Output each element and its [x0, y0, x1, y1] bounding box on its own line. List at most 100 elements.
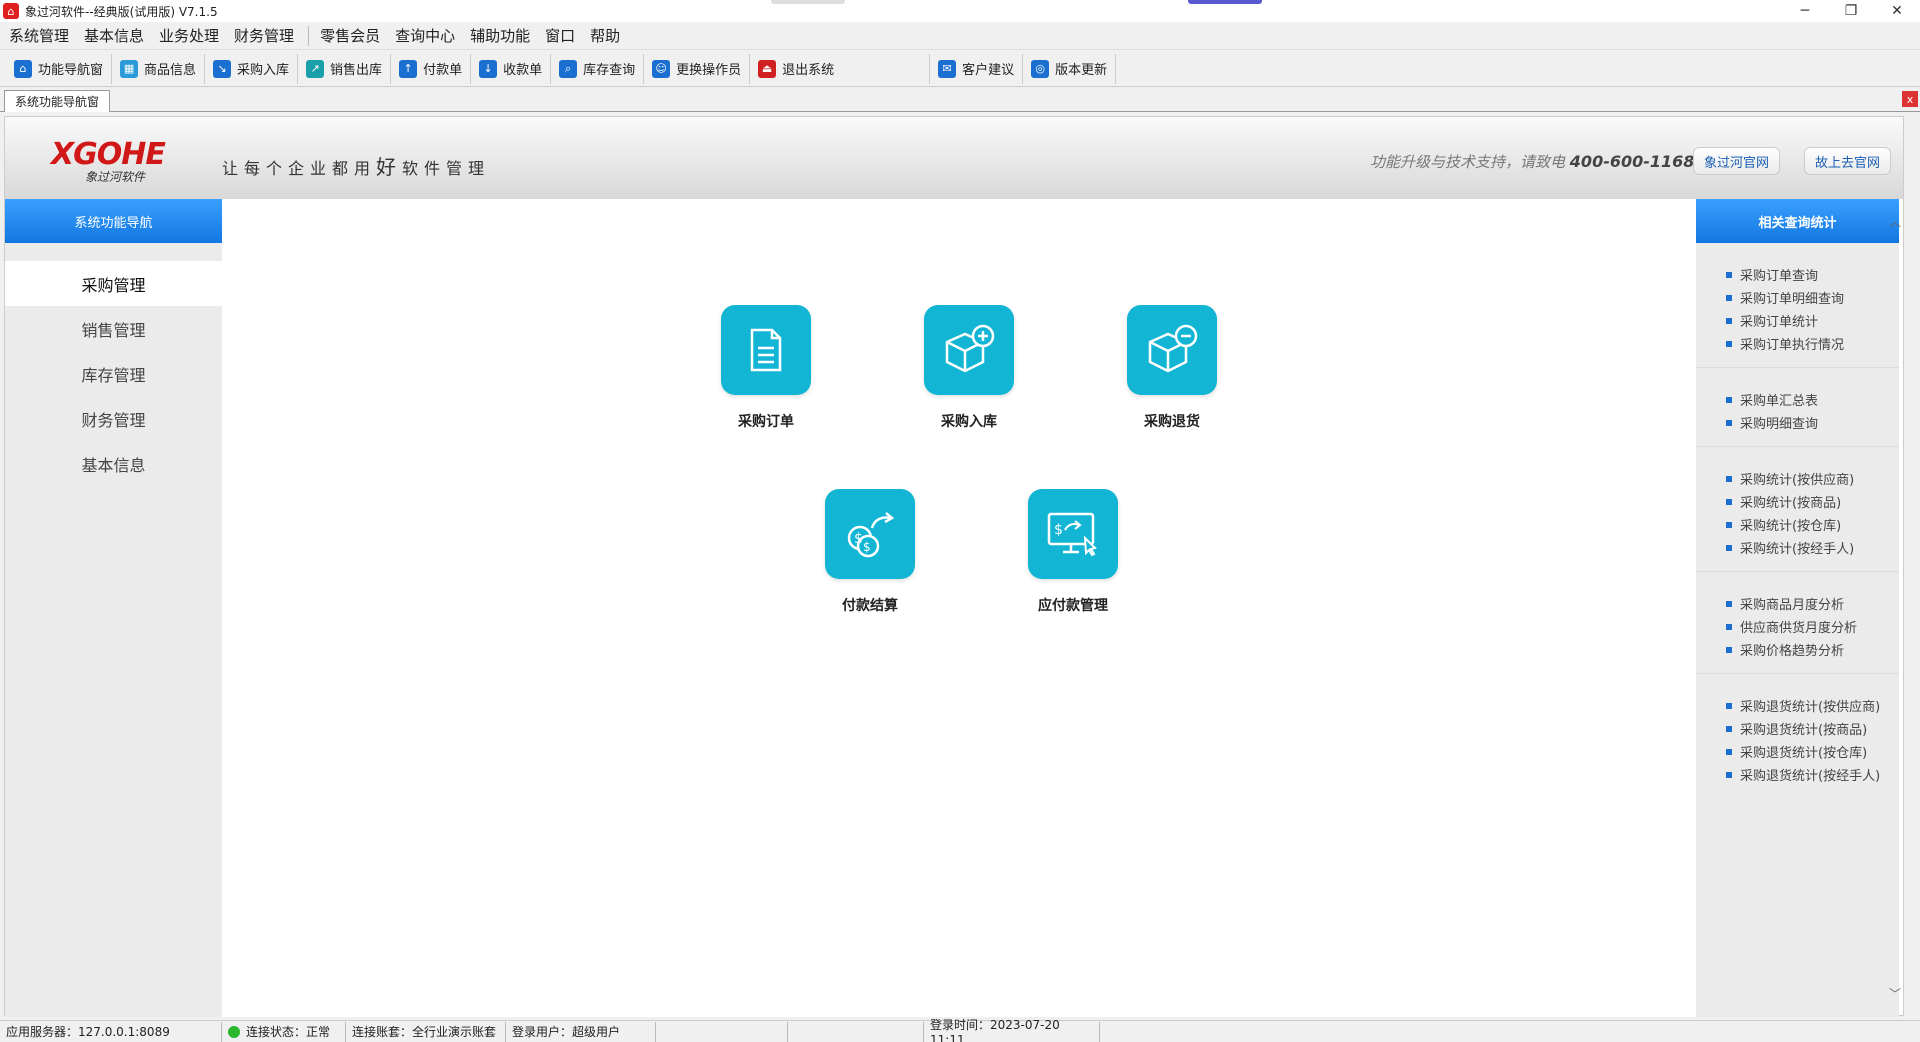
query-link[interactable]: 采购退货统计(按经手人)	[1726, 763, 1899, 786]
function-panel: 采购订单 采购入库 采购退货 $ $ 付款结算 $ 应付款管理	[222, 199, 1696, 1017]
logo-mark: XGOHE	[51, 137, 166, 172]
bullet-icon	[1726, 396, 1732, 403]
menu-business[interactable]: 业务处理	[158, 23, 220, 48]
query-link-label: 采购统计(按供应商)	[1740, 473, 1855, 488]
toolbar-purchase-in-button[interactable]: ↘ 采购入库	[205, 53, 299, 84]
scroll-up-arrow[interactable]: ︿	[1889, 213, 1901, 230]
svg-text:$: $	[863, 540, 871, 554]
nav-item-sales[interactable]: 销售管理	[5, 306, 222, 351]
status-server: 应用服务器：127.0.0.1:8089	[0, 1021, 222, 1042]
query-link[interactable]: 采购退货统计(按供应商)	[1726, 694, 1899, 717]
bullet-icon	[1726, 748, 1732, 755]
menu-retail[interactable]: 零售会员	[319, 23, 381, 48]
coins-transfer-icon: $ $	[825, 489, 915, 579]
toolbar-label: 收款单	[503, 63, 543, 78]
bullet-icon	[1726, 475, 1732, 482]
function-purchase-in[interactable]: 采购入库	[899, 305, 1039, 431]
toolbar-receipt-button[interactable]: ↓ 收款单	[471, 53, 552, 84]
toolbar-product-button[interactable]: ▦ 商品信息	[112, 53, 206, 84]
query-link[interactable]: 采购统计(按供应商)	[1726, 467, 1899, 490]
scroll-down-arrow[interactable]: ﹀	[1889, 985, 1901, 1002]
toolbar-update-button[interactable]: ◎ 版本更新	[1023, 53, 1117, 84]
menu-bar: 系统管理 基本信息 业务处理 财务管理 零售会员 查询中心 辅助功能 窗口 帮助	[0, 22, 1920, 50]
query-link[interactable]: 采购订单明细查询	[1726, 286, 1899, 309]
query-group-statistics: 采购统计(按供应商) 采购统计(按商品) 采购统计(按仓库) 采购统计(按经手人…	[1696, 447, 1899, 572]
bullet-icon	[1726, 702, 1732, 709]
menu-tools[interactable]: 辅助功能	[469, 23, 531, 48]
toolbar-switch-user-button[interactable]: ☺ 更换操作员	[644, 53, 751, 84]
inventory-search-icon: ⌕	[559, 59, 578, 78]
svg-text:$: $	[1054, 522, 1063, 538]
query-link-label: 采购单汇总表	[1740, 394, 1819, 409]
logo-subtitle: 象过河软件	[85, 170, 146, 184]
query-link[interactable]: 采购退货统计(按仓库)	[1726, 740, 1899, 763]
slogan-pre: 让每个企业都用	[222, 159, 377, 178]
toolbar-exit-button[interactable]: ⏏ 退出系统	[750, 53, 931, 84]
query-link[interactable]: 采购商品月度分析	[1726, 592, 1899, 615]
menu-finance[interactable]: 财务管理	[233, 23, 295, 48]
left-nav: 系统功能导航 采购管理 销售管理 库存管理 财务管理 基本信息	[5, 199, 222, 1017]
box-plus-icon	[924, 305, 1014, 395]
function-payable-management[interactable]: $ 应付款管理	[1003, 489, 1143, 615]
bullet-icon	[1726, 340, 1732, 347]
nav-item-finance[interactable]: 财务管理	[5, 396, 222, 441]
toolbar-inventory-button[interactable]: ⌕ 库存查询	[551, 53, 645, 84]
toolbar-label: 功能导航窗	[38, 63, 104, 78]
query-link[interactable]: 采购统计(按仓库)	[1726, 513, 1899, 536]
bullet-icon	[1726, 271, 1732, 278]
nav-item-inventory[interactable]: 库存管理	[5, 351, 222, 396]
exit-icon: ⏏	[758, 59, 777, 78]
toolbar-payment-button[interactable]: ↑ 付款单	[391, 53, 472, 84]
function-label: 采购入库	[941, 414, 997, 430]
toolbar-label: 采购入库	[237, 63, 290, 78]
slogan: 让每个企业都用好软件管理	[222, 151, 490, 180]
bullet-icon	[1726, 544, 1732, 551]
official-site-button[interactable]: 象过河官网	[1693, 147, 1781, 175]
go-site-button[interactable]: 故上去官网	[1804, 147, 1892, 175]
function-purchase-return[interactable]: 采购退货	[1102, 305, 1242, 431]
query-link[interactable]: 采购单汇总表	[1726, 388, 1899, 411]
query-link-label: 采购价格趋势分析	[1740, 644, 1845, 659]
function-purchase-order[interactable]: 采购订单	[696, 305, 836, 431]
tab-close-button[interactable]: x	[1902, 91, 1918, 107]
toolbar-feedback-button[interactable]: ✉ 客户建议	[930, 53, 1024, 84]
bullet-icon	[1726, 317, 1732, 324]
bullet-icon	[1726, 600, 1732, 607]
toolbar-nav-button[interactable]: ⌂ 功能导航窗	[6, 53, 113, 84]
menu-help[interactable]: 帮助	[589, 23, 621, 48]
function-payment-settlement[interactable]: $ $ 付款结算	[800, 489, 940, 615]
brand-logo: XGOHE 象过河软件	[51, 137, 181, 185]
query-link[interactable]: 采购明细查询	[1726, 411, 1899, 434]
app-logo-icon: ⌂	[3, 3, 19, 19]
close-button[interactable]: ✕	[1874, 0, 1920, 22]
sales-out-icon: ↗	[306, 59, 325, 78]
menu-query[interactable]: 查询中心	[394, 23, 456, 48]
status-bar: 应用服务器：127.0.0.1:8089 连接状态：正常 连接账套：全行业演示账…	[0, 1018, 1920, 1042]
menu-basic-info[interactable]: 基本信息	[83, 23, 145, 48]
tab-nav-window[interactable]: 系统功能导航窗	[4, 90, 111, 112]
left-nav-header: 系统功能导航	[5, 199, 222, 243]
nav-item-basic-info[interactable]: 基本信息	[5, 441, 222, 486]
query-link-label: 采购订单查询	[1740, 269, 1819, 284]
maximize-button[interactable]: ❐	[1828, 0, 1874, 22]
query-link[interactable]: 采购统计(按经手人)	[1726, 536, 1899, 559]
toolbar-sales-out-button[interactable]: ↗ 销售出库	[298, 53, 392, 84]
function-label: 应付款管理	[1038, 598, 1108, 614]
query-link[interactable]: 采购订单统计	[1726, 309, 1899, 332]
query-link-label: 采购统计(按经手人)	[1740, 542, 1855, 557]
support-phone: 400-600-1168	[1569, 152, 1695, 171]
bullet-icon	[1726, 294, 1732, 301]
minimize-button[interactable]: ─	[1782, 0, 1828, 22]
query-link[interactable]: 采购统计(按商品)	[1726, 490, 1899, 513]
query-link[interactable]: 采购订单执行情况	[1726, 332, 1899, 355]
menu-system[interactable]: 系统管理	[8, 23, 70, 48]
query-link[interactable]: 采购订单查询	[1726, 263, 1899, 286]
menu-window[interactable]: 窗口	[544, 23, 576, 48]
nav-item-purchase[interactable]: 采购管理	[5, 261, 222, 306]
query-link[interactable]: 采购退货统计(按商品)	[1726, 717, 1899, 740]
query-link[interactable]: 供应商供货月度分析	[1726, 615, 1899, 638]
query-link-label: 采购退货统计(按经手人)	[1740, 769, 1881, 784]
query-link-label: 采购明细查询	[1740, 417, 1819, 432]
tab-strip: 系统功能导航窗 x	[0, 88, 1920, 112]
query-link[interactable]: 采购价格趋势分析	[1726, 638, 1899, 661]
